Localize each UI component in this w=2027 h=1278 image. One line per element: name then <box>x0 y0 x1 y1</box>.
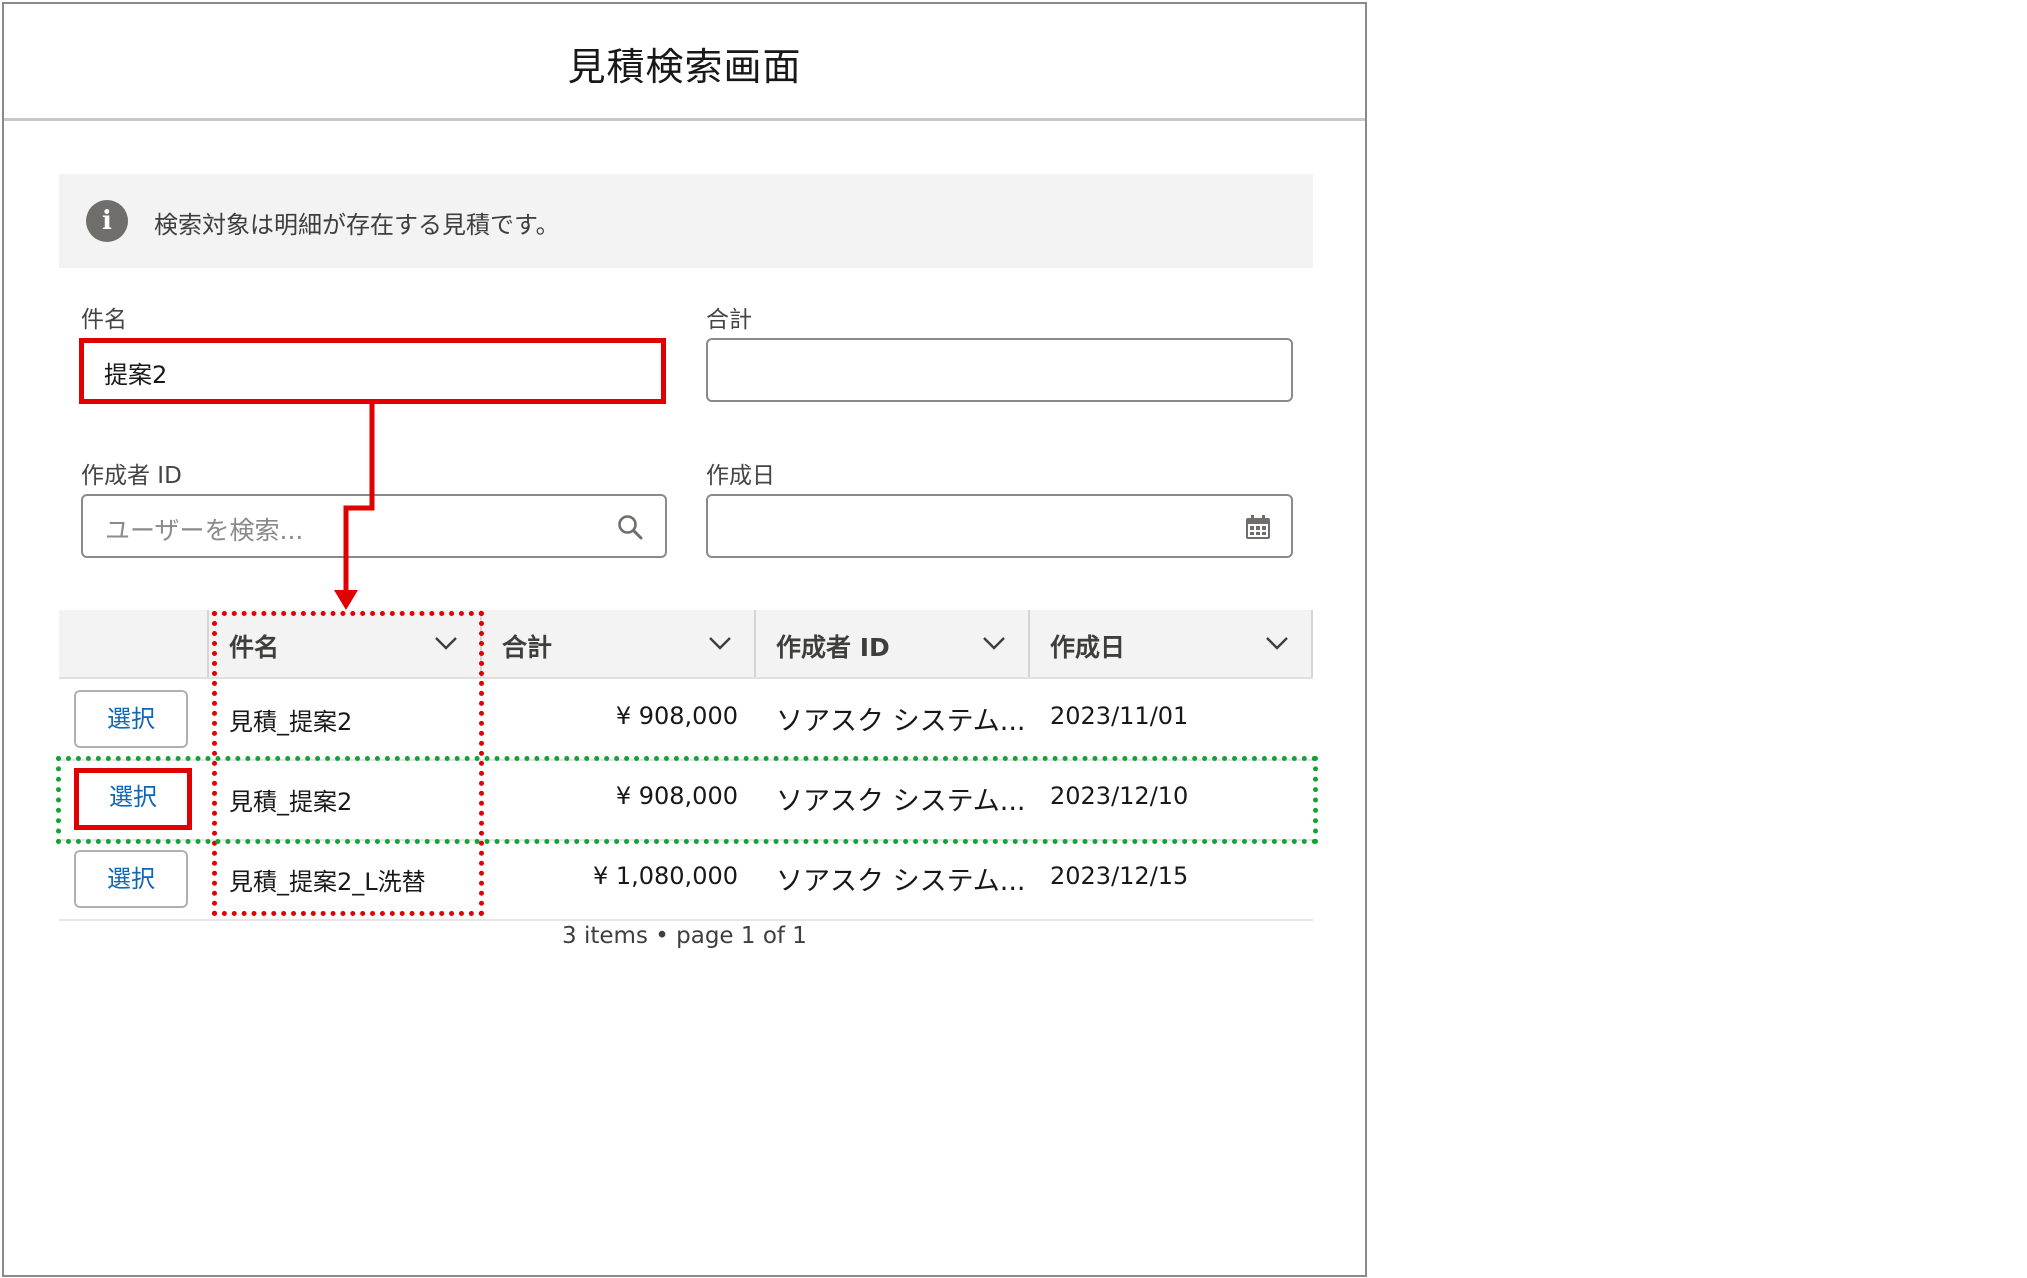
flow-arrow <box>334 404 375 610</box>
quote-search-dialog: 見積検索画面 i 検索対象は明細が存在する見積です。 件名 提案2 合計 作成者… <box>2 2 1367 1277</box>
